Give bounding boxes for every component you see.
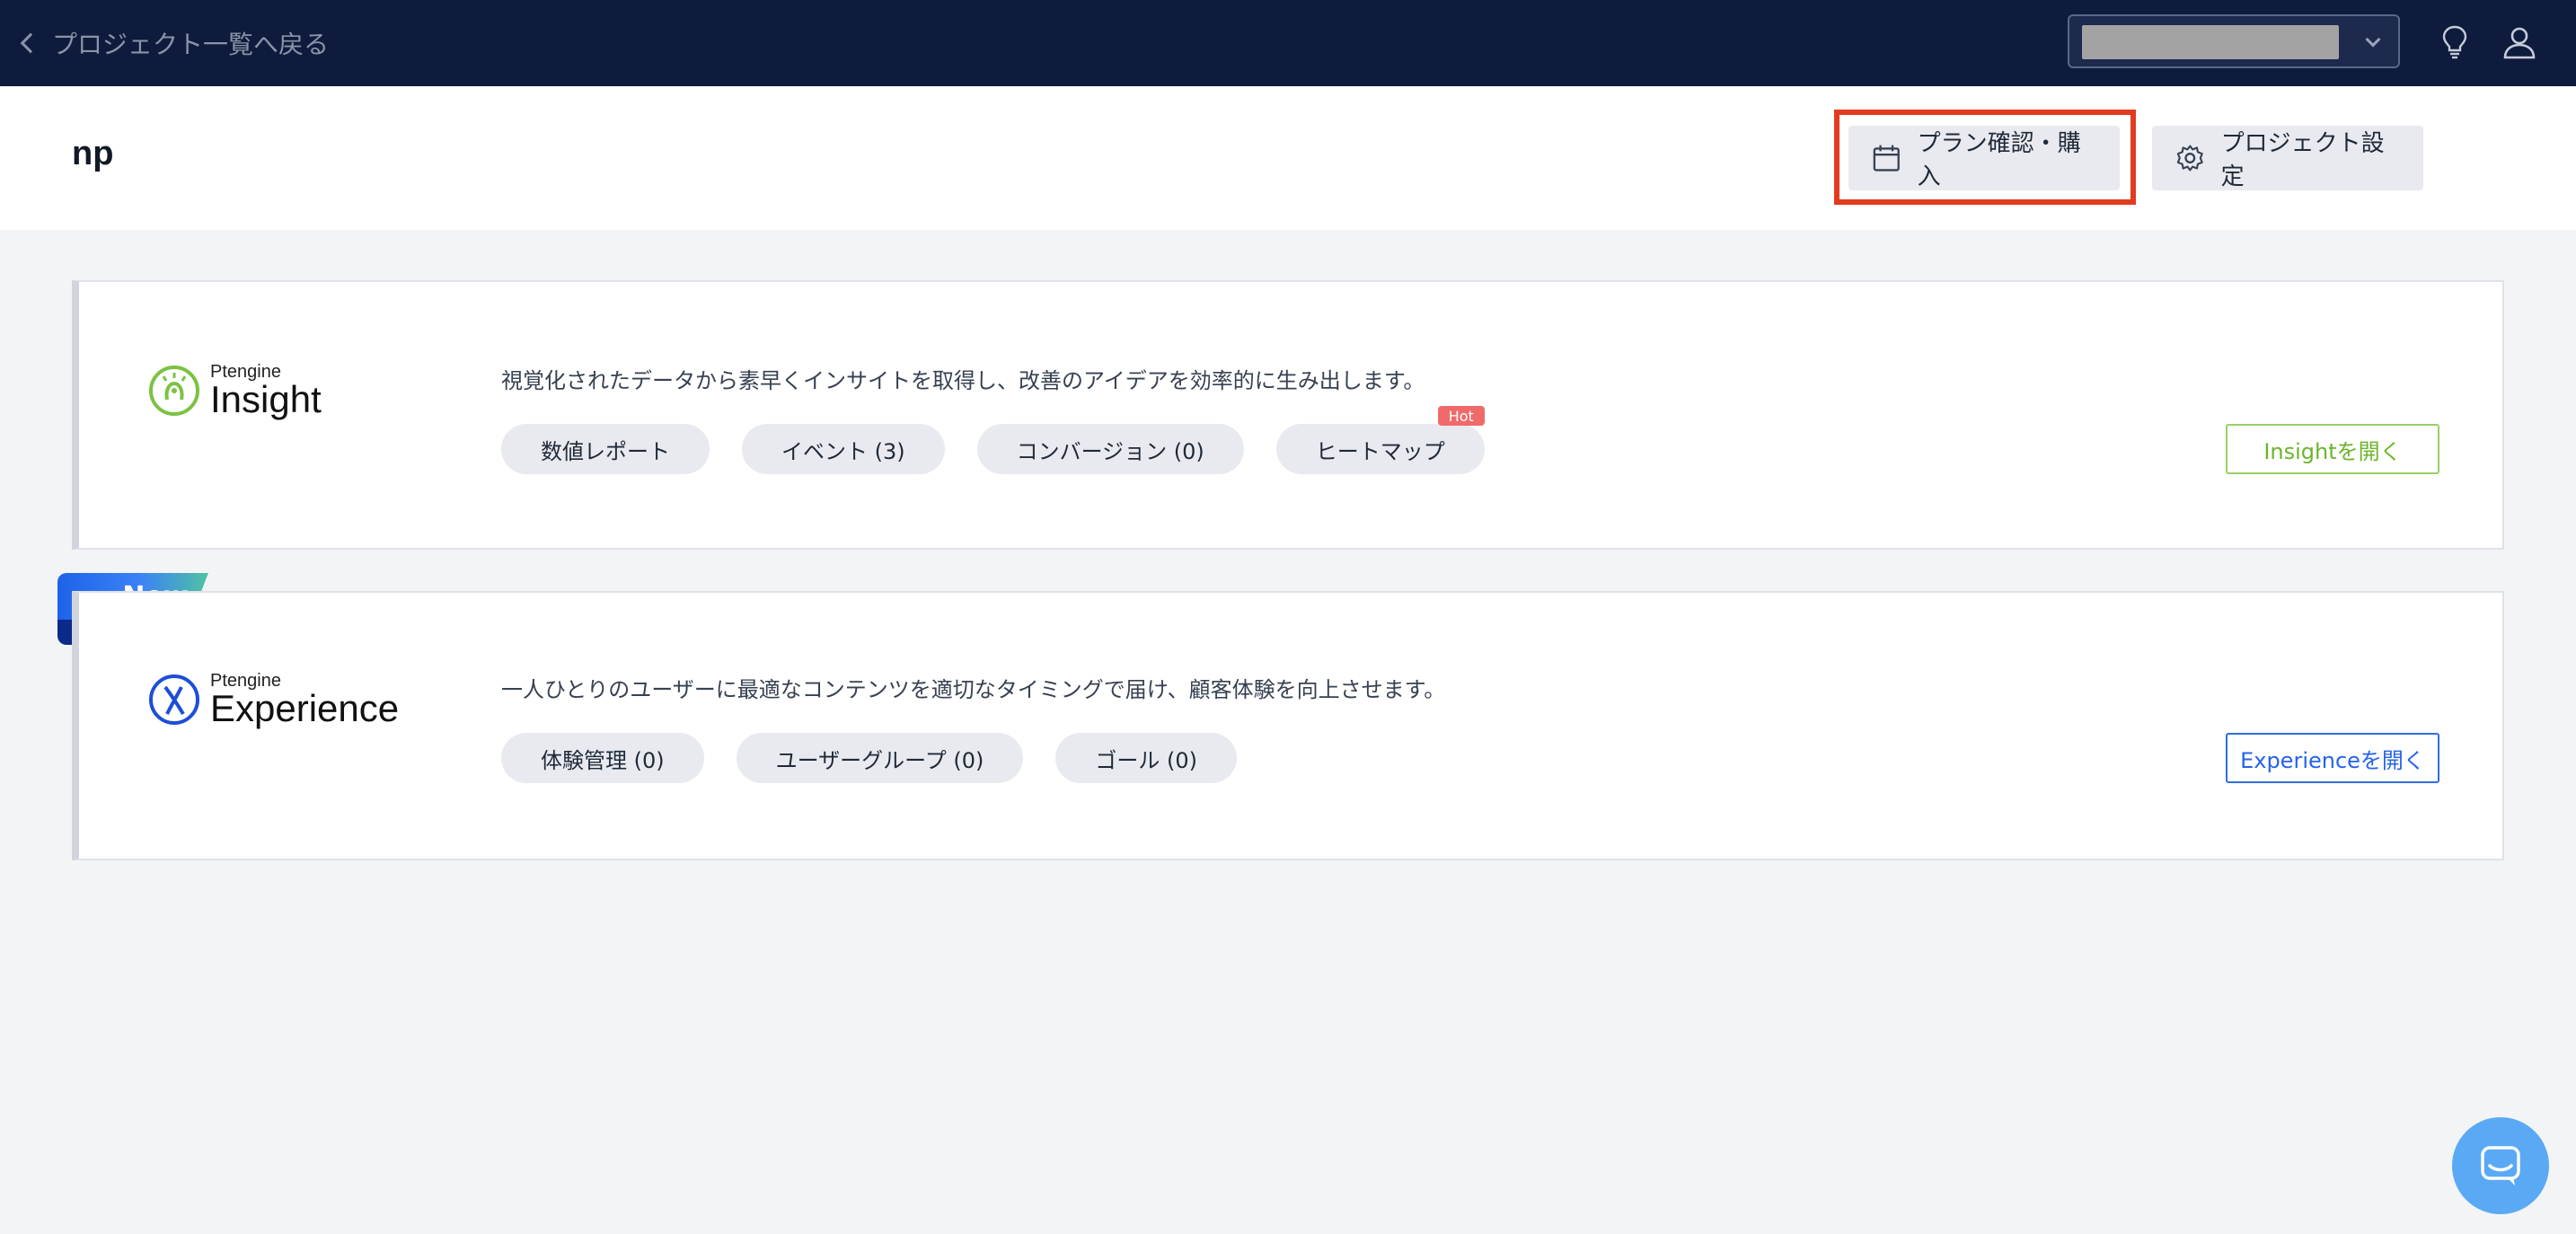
- pill-goals[interactable]: ゴール (0): [1055, 733, 1237, 783]
- tips-button[interactable]: [2434, 22, 2475, 63]
- chat-launcher-button[interactable]: [2452, 1117, 2549, 1214]
- insight-bulb-icon: [149, 366, 199, 416]
- gear-icon: [2176, 145, 2203, 172]
- user-icon: [2503, 27, 2536, 59]
- experience-logo: Ptengine Experience: [147, 672, 399, 727]
- open-insight-button[interactable]: Insightを開く: [2226, 424, 2439, 474]
- experience-pills: 体験管理 (0) ユーザーグループ (0) ゴール (0): [501, 733, 1237, 783]
- pill-label: コンバージョン (0): [1016, 438, 1204, 464]
- pill-label: イベント (3): [781, 438, 905, 464]
- pill-user-groups[interactable]: ユーザーグループ (0): [736, 733, 1024, 783]
- experience-card: Ptengine Experience 一人ひとりのユーザーに最適なコンテンツを…: [72, 591, 2504, 860]
- pill-numeric-report[interactable]: 数値レポート: [501, 424, 710, 474]
- project-title: np: [72, 135, 114, 172]
- insight-logo: Ptengine Insight: [147, 363, 322, 419]
- select-value-masked: [2082, 25, 2339, 59]
- pill-conversions[interactable]: コンバージョン (0): [976, 424, 1244, 474]
- pill-experience-management[interactable]: 体験管理 (0): [501, 733, 704, 783]
- back-link-label: プロジェクト一覧へ戻る: [52, 30, 330, 59]
- open-experience-button[interactable]: Experienceを開く: [2226, 733, 2439, 783]
- account-button[interactable]: [2499, 22, 2540, 63]
- back-to-projects-link[interactable]: プロジェクト一覧へ戻る: [18, 23, 329, 63]
- experience-x-icon: [149, 674, 199, 725]
- pill-label: ユーザーグループ (0): [775, 747, 984, 773]
- plan-purchase-button[interactable]: プラン確認・購入: [1848, 126, 2120, 190]
- lightbulb-icon: [2442, 25, 2467, 59]
- project-settings-button[interactable]: プロジェクト設定: [2152, 126, 2423, 190]
- experience-logo-name: Experience: [210, 687, 400, 729]
- insight-pills: 数値レポート イベント (3) コンバージョン (0) ヒートマップ Hot: [501, 406, 1485, 474]
- plan-button-label: プラン確認・購入: [1917, 130, 2081, 190]
- insight-card: Ptengine Insight 視覚化されたデータから素早くインサイトを取得し…: [72, 280, 2504, 550]
- project-select[interactable]: [2068, 14, 2400, 68]
- experience-description: 一人ひとりのユーザーに最適なコンテンツを適切なタイミングで届け、顧客体験を向上さ…: [501, 677, 1446, 702]
- calendar-icon: [1873, 145, 1900, 172]
- pill-label: ヒートマップ: [1315, 438, 1445, 464]
- insight-description: 視覚化されたデータから素早くインサイトを取得し、改善のアイデアを効率的に生み出し…: [501, 368, 1425, 393]
- pill-label: 数値レポート: [541, 438, 670, 464]
- hot-badge: Hot: [1437, 406, 1485, 426]
- pill-events[interactable]: イベント (3): [742, 424, 945, 474]
- top-bar: プロジェクト一覧へ戻る: [0, 0, 2576, 86]
- project-header: np プラン確認・購入 プロジェクト設定: [0, 86, 2576, 230]
- chat-icon: [2481, 1146, 2520, 1186]
- pill-label: 体験管理 (0): [541, 747, 665, 773]
- chevron-left-icon: [20, 32, 41, 54]
- settings-button-label: プロジェクト設定: [2220, 130, 2385, 190]
- insight-logo-name: Insight: [210, 378, 322, 420]
- pill-label: ゴール (0): [1095, 747, 1197, 773]
- pill-heatmap[interactable]: ヒートマップ Hot: [1275, 406, 1485, 474]
- chevron-down-icon: [2365, 31, 2381, 48]
